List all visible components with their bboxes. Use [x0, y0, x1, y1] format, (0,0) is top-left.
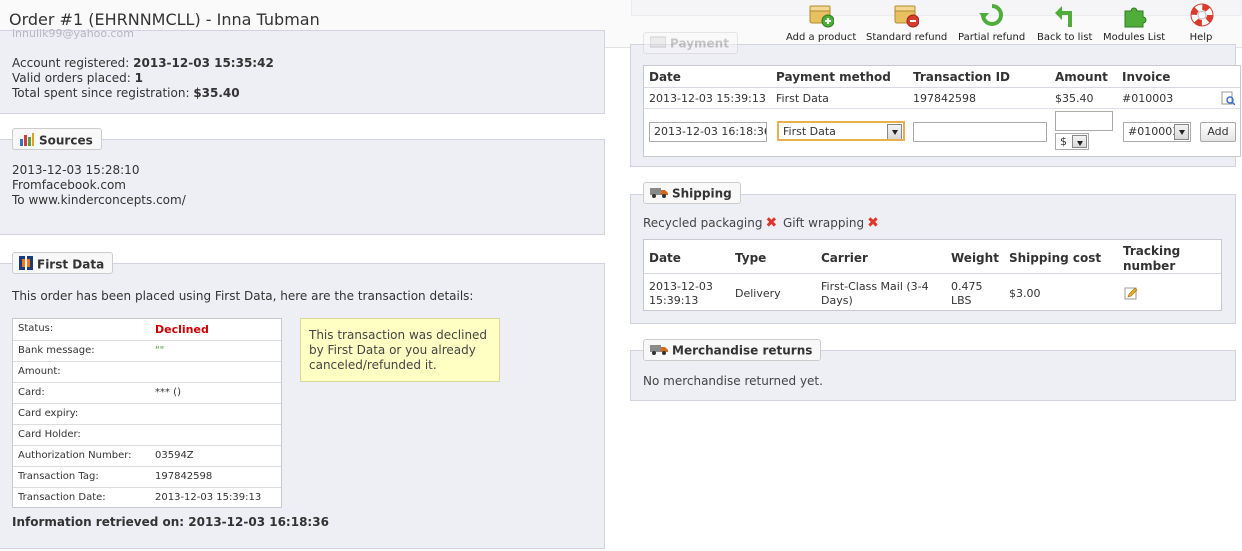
detail-label: Bank message:	[18, 345, 95, 356]
detail-row: Bank message: ""	[13, 340, 281, 361]
standard-refund-button[interactable]: Standard refund	[866, 2, 947, 43]
add-product-button[interactable]: Add a product	[786, 2, 856, 43]
detail-row: Card: *** ()	[13, 382, 281, 403]
returns-text: No merchandise returned yet.	[643, 374, 823, 388]
shipping-row-carrier: First-Class Mail (3-4 Days)	[821, 280, 929, 307]
detail-label: Authorization Number:	[18, 450, 132, 461]
back-to-list-button[interactable]: Back to list	[1037, 2, 1092, 43]
puzzle-icon	[1122, 2, 1147, 30]
lifebuoy-icon	[1189, 2, 1214, 30]
detail-label: Transaction Tag:	[18, 471, 99, 482]
payment-row-method: First Data	[776, 92, 829, 105]
detail-label: Card Holder:	[18, 429, 81, 440]
amount-input[interactable]	[1055, 111, 1113, 131]
partial-refund-icon	[979, 2, 1003, 30]
chevron-down-icon	[1072, 135, 1087, 148]
payment-row-date: 2013-12-03 15:39:13	[649, 92, 766, 105]
shipping-row-date: 2013-12-03 15:39:13	[649, 280, 713, 307]
decline-notice: This transaction was declined by First D…	[300, 318, 500, 382]
detail-value: 197842598	[155, 471, 213, 482]
payment-row-invoice: #010003	[1122, 92, 1174, 105]
firstdata-logo-icon	[19, 256, 33, 274]
payment-icon	[649, 36, 667, 52]
shipping-row-cost: $3.00	[1009, 287, 1041, 300]
source-to: To www.kinderconcepts.com/	[12, 193, 186, 207]
shipping-header-tracking: Tracking number	[1123, 244, 1181, 273]
shipping-header-cost: Shipping cost	[1009, 251, 1102, 265]
view-invoice-icon[interactable]	[1221, 91, 1236, 108]
shipping-header-date: Date	[649, 251, 681, 265]
shipping-legend: Shipping	[643, 182, 741, 204]
retrieved-info: Information retrieved on: 2013-12-03 16:…	[12, 515, 329, 529]
help-button[interactable]: Help	[1184, 2, 1218, 43]
edit-tracking-icon[interactable]	[1124, 286, 1138, 303]
truck-icon	[650, 186, 668, 202]
source-from: Fromfacebook.com	[12, 178, 126, 192]
valid-orders: Valid orders placed: 1	[12, 71, 143, 85]
detail-label: Card expiry:	[18, 408, 79, 419]
detail-row: Card expiry:	[13, 403, 281, 424]
add-payment-button[interactable]: Add	[1200, 122, 1236, 142]
detail-row: Status: Declined	[13, 319, 281, 340]
payment-date-input[interactable]: 2013-12-03 16:18:36	[649, 122, 767, 142]
detail-row: Transaction Tag: 197842598	[13, 466, 281, 487]
payment-row-txn: 197842598	[913, 92, 976, 105]
add-product-icon	[808, 2, 835, 30]
partial-refund-button[interactable]: Partial refund	[958, 2, 1025, 43]
account-registered: Account registered: 2013-12-03 15:35:42	[12, 56, 274, 70]
cross-icon: ✖	[765, 215, 778, 231]
payment-header-amount: Amount	[1055, 70, 1108, 84]
shipping-row-weight: 0.475 LBS	[951, 280, 983, 307]
page-title: Order #1 (EHRNNMCLL) - Inna Tubman	[9, 10, 320, 29]
detail-row: Amount:	[13, 361, 281, 382]
detail-value: 2013-12-03 15:39:13	[155, 492, 262, 503]
standard-refund-icon	[893, 2, 920, 30]
transaction-id-input[interactable]	[913, 122, 1047, 142]
currency-select[interactable]: $	[1055, 133, 1089, 150]
payment-header-method: Payment method	[776, 70, 891, 84]
payment-header-invoice: Invoice	[1122, 70, 1171, 84]
detail-row: Card Holder:	[13, 424, 281, 445]
payment-header-txn: Transaction ID	[913, 70, 1011, 84]
truck-icon	[650, 343, 668, 359]
total-spent: Total spent since registration: $35.40	[12, 86, 240, 100]
detail-label: Transaction Date:	[18, 492, 106, 503]
returns-legend: Merchandise returns	[643, 339, 822, 361]
chevron-down-icon	[887, 124, 902, 139]
payment-method-select[interactable]: First Data	[777, 121, 905, 141]
payment-row-amount: $35.40	[1055, 92, 1094, 105]
gift-wrapping: Gift wrapping ✖	[783, 215, 879, 231]
detail-value: ""	[155, 345, 165, 356]
back-arrow-icon	[1052, 2, 1076, 30]
firstdata-intro: This order has been placed using First D…	[12, 289, 474, 303]
cross-icon: ✖	[867, 215, 879, 231]
invoice-select[interactable]: #010003	[1123, 122, 1191, 142]
detail-label: Card:	[18, 387, 45, 398]
detail-row: Transaction Date: 2013-12-03 15:39:13	[13, 487, 281, 508]
detail-label: Amount:	[18, 366, 61, 377]
shipping-header-carrier: Carrier	[821, 251, 868, 265]
shipping-table: Date Type Carrier Weight Shipping cost T…	[643, 239, 1222, 311]
chevron-down-icon	[1174, 124, 1189, 140]
chart-icon	[19, 132, 35, 150]
payment-legend: Payment	[643, 32, 738, 54]
detail-value: Declined	[155, 323, 209, 336]
source-date: 2013-12-03 15:28:10	[12, 163, 140, 177]
detail-row: Authorization Number: 03594Z	[13, 445, 281, 466]
modules-list-button[interactable]: Modules List	[1103, 2, 1165, 43]
shipping-row-type: Delivery	[735, 287, 781, 300]
sources-legend: Sources	[12, 128, 102, 150]
recycled-packaging: Recycled packaging ✖	[643, 215, 778, 231]
payment-header-date: Date	[649, 70, 681, 84]
payment-table: Date Payment method Transaction ID Amoun…	[643, 65, 1241, 157]
detail-label: Status:	[18, 323, 54, 334]
detail-value: 03594Z	[155, 450, 194, 461]
shipping-header-weight: Weight	[951, 251, 999, 265]
detail-value: *** ()	[155, 387, 181, 398]
firstdata-legend: First Data	[12, 252, 114, 274]
firstdata-details-table: Status: Declined Bank message: "" Amount: Car…	[12, 318, 282, 508]
shipping-header-type: Type	[735, 251, 767, 265]
